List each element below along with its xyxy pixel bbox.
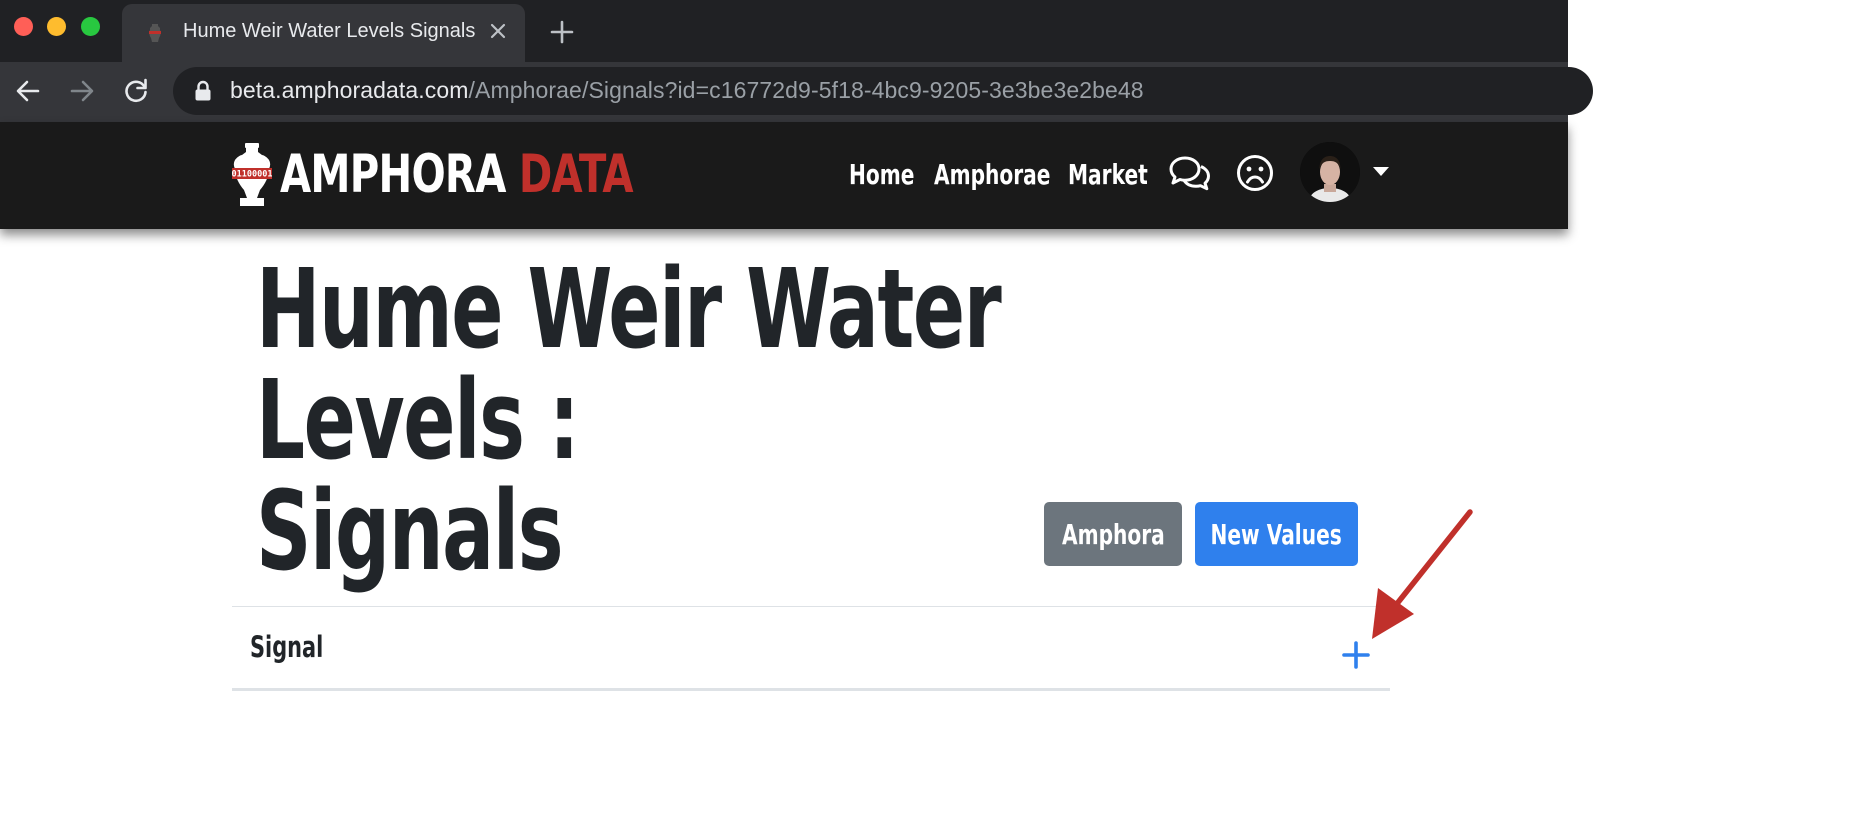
nav-home[interactable]: Home xyxy=(849,158,914,191)
add-signal-plus-icon[interactable] xyxy=(1342,641,1370,669)
chevron-down-icon[interactable] xyxy=(1372,166,1390,178)
url-path: /Amphorae/Signals?id=c16772d9-5f18-4bc9-… xyxy=(468,77,1144,103)
back-arrow-icon[interactable] xyxy=(14,77,42,105)
close-window-button[interactable] xyxy=(14,17,33,36)
minimize-window-button[interactable] xyxy=(47,17,66,36)
nav-amphorae[interactable]: Amphorae xyxy=(934,158,1050,191)
reload-icon[interactable] xyxy=(122,77,150,105)
address-bar[interactable]: beta.amphoradata.com/Amphorae/Signals?id… xyxy=(173,67,1593,115)
amphora-favicon-icon xyxy=(149,24,161,42)
close-tab-icon[interactable] xyxy=(488,21,508,41)
page-title-line-2: Signals xyxy=(256,467,564,595)
site-navbar: 01100001 AMPHORA DATA Home Amphorae Mark… xyxy=(0,122,1568,229)
page-title: Hume Weir Water Levels : Signals xyxy=(256,254,1166,587)
table-bottom-border xyxy=(232,688,1390,691)
forward-arrow-icon[interactable] xyxy=(68,77,96,105)
brand-wordmark[interactable]: AMPHORA DATA xyxy=(280,142,634,208)
signal-column-header: Signal xyxy=(250,630,324,664)
url-host: beta.amphoradata.com xyxy=(230,77,469,103)
maximize-window-button[interactable] xyxy=(81,17,100,36)
amphora-logo-icon[interactable]: 01100001 xyxy=(232,142,272,208)
new-values-button[interactable]: New Values xyxy=(1195,502,1358,566)
user-avatar-image xyxy=(1300,142,1360,202)
new-tab-plus-icon[interactable] xyxy=(550,20,574,44)
user-avatar[interactable] xyxy=(1300,142,1360,202)
table-top-border xyxy=(232,606,1390,607)
brand-secondary: DATA xyxy=(518,144,634,205)
lock-icon xyxy=(195,80,211,101)
page-title-line-1: Hume Weir Water Levels : xyxy=(256,245,1002,484)
nav-market[interactable]: Market xyxy=(1068,158,1148,191)
browser-tab[interactable]: Hume Weir Water Levels Signals xyxy=(122,4,525,62)
sad-face-icon[interactable] xyxy=(1236,154,1274,192)
logo-binary: 01100001 xyxy=(232,170,272,180)
chat-icon[interactable] xyxy=(1168,154,1212,194)
browser-tab-strip: Hume Weir Water Levels Signals xyxy=(0,0,1568,62)
tab-title: Hume Weir Water Levels Signals xyxy=(183,20,476,42)
new-values-button-label: New Values xyxy=(1210,517,1343,551)
annotation-arrow-icon xyxy=(1372,509,1473,639)
browser-toolbar: beta.amphoradata.com/Amphorae/Signals?id… xyxy=(0,62,1593,122)
amphora-button-label: Amphora xyxy=(1061,517,1165,551)
url-text: beta.amphoradata.com/Amphorae/Signals?id… xyxy=(230,77,1144,104)
amphora-button[interactable]: Amphora xyxy=(1044,502,1182,566)
brand-primary: AMPHORA xyxy=(280,144,506,205)
